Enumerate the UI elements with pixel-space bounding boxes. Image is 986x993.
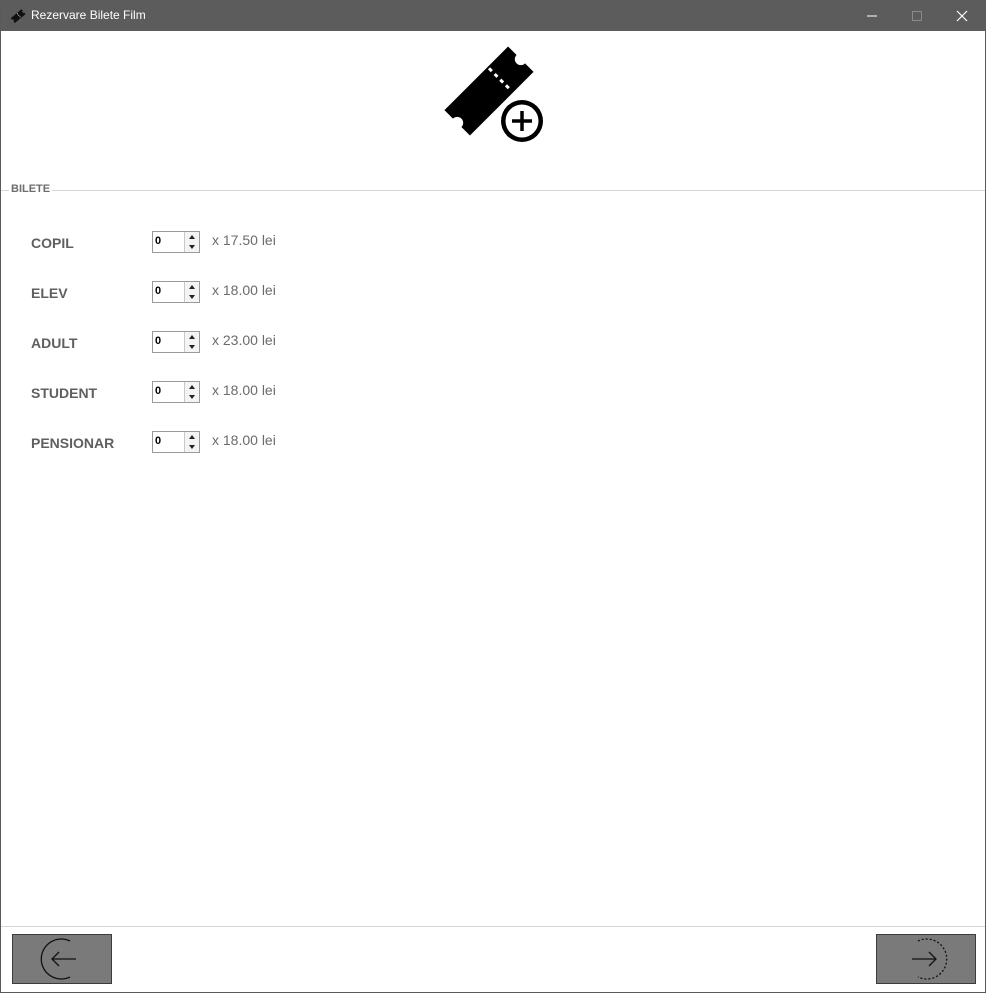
footer-separator	[1, 926, 985, 927]
caret-down-icon	[189, 245, 195, 249]
ticket-type-label: ADULT	[31, 335, 78, 351]
stepper-buttons	[184, 332, 199, 352]
caret-down-icon	[189, 395, 195, 399]
tickets-group-label: BILETE	[9, 183, 53, 195]
stepper-buttons	[184, 282, 199, 302]
arrow-right-circle-icon	[912, 938, 948, 980]
quantity-stepper[interactable]: 0	[152, 331, 200, 353]
stepper-down-button[interactable]	[185, 242, 199, 252]
next-button[interactable]	[876, 934, 976, 984]
unit-price: x 23.00 lei	[212, 332, 276, 348]
close-button[interactable]	[939, 1, 985, 31]
ticket-add-icon	[444, 46, 543, 142]
app-window: Rezervare Bilete Film BILETE COPIL 0 x 1…	[0, 0, 986, 993]
quantity-stepper[interactable]: 0	[152, 381, 200, 403]
ticket-type-label: STUDENT	[31, 385, 98, 401]
unit-price: x 18.00 lei	[212, 282, 276, 298]
stepper-down-button[interactable]	[185, 392, 199, 402]
ticket-type-label: PENSIONAR	[31, 435, 115, 451]
ticket-row-elev: ELEV 0 x 18.00 lei	[1, 281, 401, 307]
minimize-icon	[867, 15, 877, 17]
unit-price: x 17.50 lei	[212, 232, 276, 248]
caret-up-icon	[189, 385, 195, 389]
ticket-row-copil: COPIL 0 x 17.50 lei	[1, 231, 401, 257]
title-bar[interactable]: Rezervare Bilete Film	[1, 1, 985, 31]
quantity-value[interactable]: 0	[155, 285, 161, 297]
ticket-row-adult: ADULT 0 x 23.00 lei	[1, 331, 401, 357]
quantity-stepper[interactable]: 0	[152, 231, 200, 253]
caret-up-icon	[189, 435, 195, 439]
stepper-buttons	[184, 232, 199, 252]
quantity-stepper[interactable]: 0	[152, 281, 200, 303]
unit-price: x 18.00 lei	[212, 382, 276, 398]
close-icon	[956, 10, 968, 22]
ticket-row-pensionar: PENSIONAR 0 x 18.00 lei	[1, 431, 401, 457]
arrow-left-circle-icon	[40, 938, 76, 980]
quantity-value[interactable]: 0	[155, 385, 161, 397]
stepper-buttons	[184, 432, 199, 452]
back-button[interactable]	[12, 934, 112, 984]
quantity-value[interactable]: 0	[155, 335, 161, 347]
stepper-down-button[interactable]	[185, 442, 199, 452]
maximize-icon	[912, 11, 922, 21]
unit-price: x 18.00 lei	[212, 432, 276, 448]
ticket-type-label: COPIL	[31, 235, 74, 251]
caret-up-icon	[189, 335, 195, 339]
quantity-value[interactable]: 0	[155, 435, 161, 447]
caret-down-icon	[189, 295, 195, 299]
stepper-down-button[interactable]	[185, 342, 199, 352]
stepper-buttons	[184, 382, 199, 402]
caret-up-icon	[189, 235, 195, 239]
minimize-button[interactable]	[849, 1, 895, 31]
stepper-down-button[interactable]	[185, 292, 199, 302]
ticket-icon	[10, 9, 26, 24]
quantity-value[interactable]: 0	[155, 235, 161, 247]
ticket-type-label: ELEV	[31, 285, 68, 301]
caret-up-icon	[189, 285, 195, 289]
window-title: Rezervare Bilete Film	[31, 8, 146, 22]
quantity-stepper[interactable]: 0	[152, 431, 200, 453]
ticket-row-student: STUDENT 0 x 18.00 lei	[1, 381, 401, 407]
group-separator	[1, 190, 985, 191]
caret-down-icon	[189, 345, 195, 349]
maximize-button[interactable]	[894, 1, 940, 31]
caret-down-icon	[189, 445, 195, 449]
